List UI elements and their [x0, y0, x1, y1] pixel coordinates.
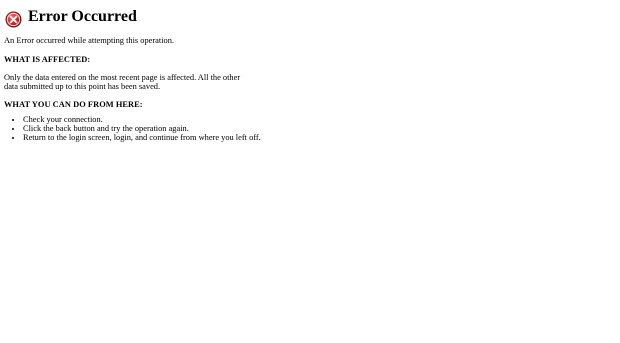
error-page: Error Occurred An Error occurred while a…: [4, 6, 604, 142]
actions-heading: WHAT YOU CAN DO FROM HERE:: [4, 100, 143, 109]
actions-list: Check your connection. Click the back bu…: [4, 115, 604, 143]
title-row: Error Occurred: [4, 6, 604, 28]
intro-text: An Error occurred while attempting this …: [4, 36, 175, 45]
affected-text: Only the data entered on the most recent…: [4, 73, 241, 91]
list-item: Return to the login screen, login, and c…: [23, 133, 604, 143]
page-title: Error Occurred: [28, 8, 137, 25]
affected-heading: WHAT IS AFFECTED:: [4, 55, 91, 64]
error-x-icon: [5, 11, 22, 27]
